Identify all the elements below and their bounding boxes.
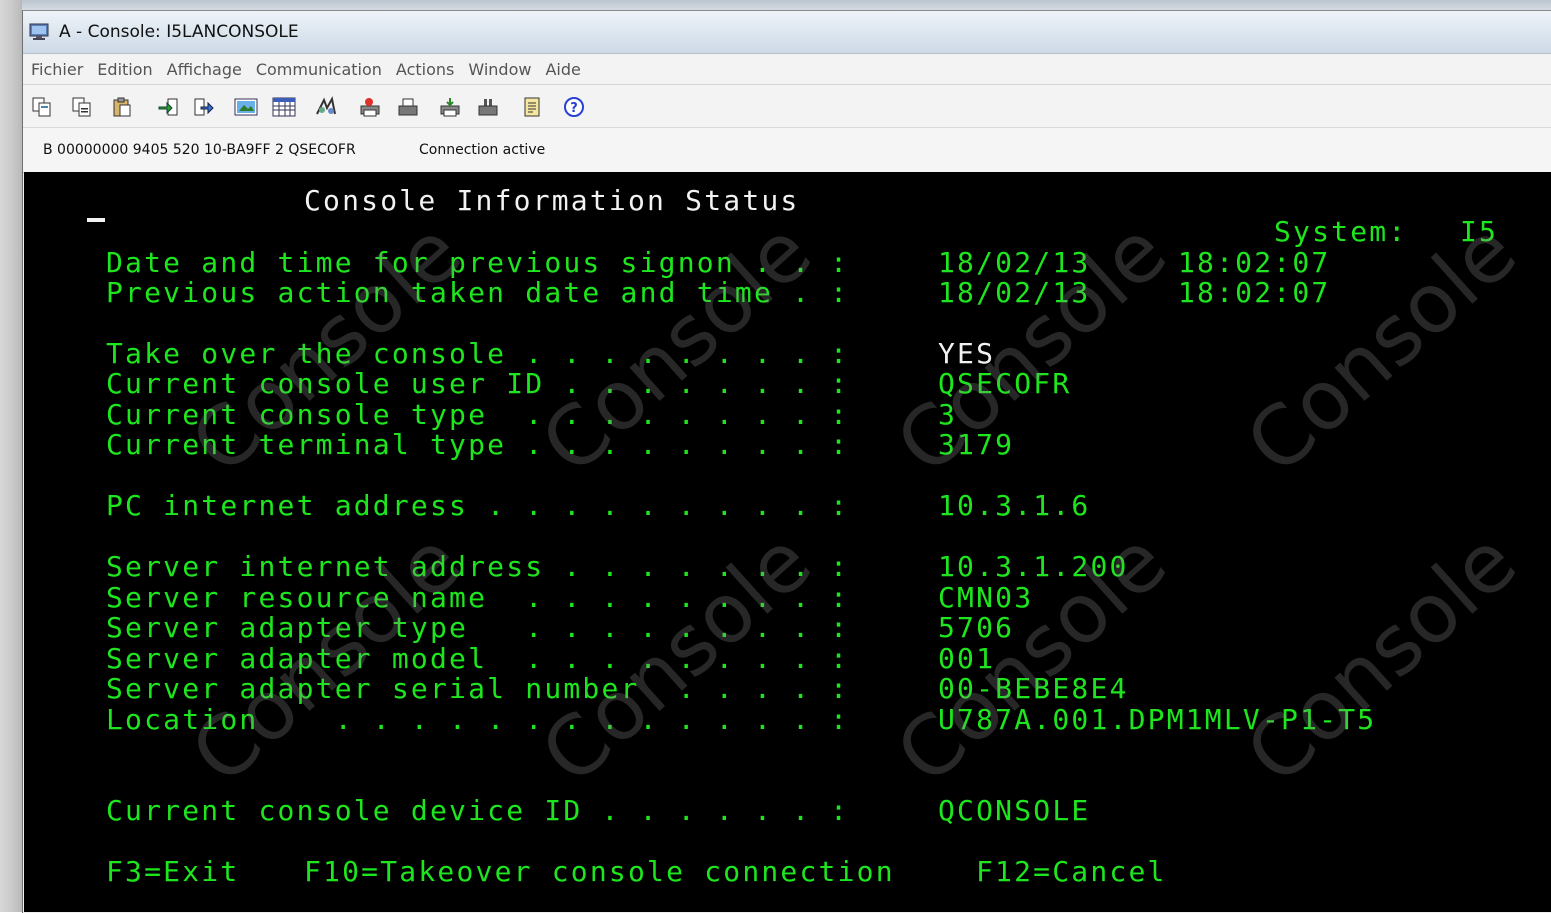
field-value: CMN03 xyxy=(938,581,1034,614)
copy-append-icon[interactable] xyxy=(69,95,95,119)
field-label: Location . . . . . . . . . . . . . : xyxy=(106,703,850,736)
window-title: A - Console: I5LANCONSOLE xyxy=(59,22,299,42)
print-icon[interactable] xyxy=(395,95,421,119)
field-label: Server adapter model . . . . . . . . : xyxy=(106,642,850,675)
field-label: Date and time for previous signon . . : xyxy=(106,246,850,279)
menu-window[interactable]: Window xyxy=(462,60,537,79)
f10-takeover-key[interactable]: F10=Takeover console connection xyxy=(304,857,895,887)
field-value: 5706 xyxy=(938,611,1015,644)
terminal-screen[interactable]: Console Information Status System: I5 Da… xyxy=(24,172,1551,912)
help-icon[interactable]: ? xyxy=(561,95,587,119)
image-icon[interactable] xyxy=(233,95,259,119)
f12-cancel-key[interactable]: F12=Cancel xyxy=(976,857,1167,887)
system-value: I5 xyxy=(1460,215,1499,248)
field-value: QCONSOLE xyxy=(938,794,1091,827)
session-status-bar: B 00000000 9405 520 10-BA9FF 2 QSECOFR C… xyxy=(23,128,1551,173)
macro-icon[interactable] xyxy=(313,95,339,119)
system-label: System: xyxy=(1274,215,1408,248)
field-label: Current console device ID . . . . . . : xyxy=(106,794,850,827)
field-label: Server resource name . . . . . . . . : xyxy=(106,581,850,614)
svg-text:?: ? xyxy=(570,101,578,116)
menu-actions[interactable]: Actions xyxy=(390,60,460,79)
menu-bar: Fichier Edition Affichage Communication … xyxy=(23,54,1551,85)
field-value: 18/02/13 xyxy=(938,246,1091,279)
field-label: Server internet address . . . . . . . : xyxy=(106,550,850,583)
field-value: 18/02/13 xyxy=(938,276,1091,309)
field-label: Current console user ID . . . . . . . : xyxy=(106,367,850,400)
field-value: U787A.001.DPM1MLV-P1-T5 xyxy=(938,703,1377,736)
field-value: 3179 xyxy=(938,428,1015,461)
menu-fichier[interactable]: Fichier xyxy=(25,60,89,79)
field-label: PC internet address . . . . . . . . . : xyxy=(106,489,850,522)
screen-title: Console Information Status xyxy=(304,184,800,217)
field-label: Server adapter type . . . . . . . . : xyxy=(106,611,850,644)
print-screen-icon[interactable] xyxy=(357,95,383,119)
menu-aide[interactable]: Aide xyxy=(539,60,586,79)
text-cursor xyxy=(87,218,105,222)
print-queue-icon[interactable] xyxy=(475,95,501,119)
receive-icon[interactable] xyxy=(191,95,217,119)
menu-affichage[interactable]: Affichage xyxy=(161,60,248,79)
field-label: Current terminal type . . . . . . . . : xyxy=(106,428,850,461)
field-label: Server adapter serial number . . . . : xyxy=(106,672,850,705)
desktop-background-left xyxy=(0,0,22,912)
notes-icon[interactable] xyxy=(519,95,545,119)
send-icon[interactable] xyxy=(155,95,181,119)
takeover-input[interactable]: YES xyxy=(938,339,995,369)
menu-communication[interactable]: Communication xyxy=(250,60,388,79)
menu-edition[interactable]: Edition xyxy=(91,60,158,79)
field-value: 10.3.1.6 xyxy=(938,489,1091,522)
print-setup-icon[interactable] xyxy=(437,95,463,119)
toolbar: ? xyxy=(23,85,1551,128)
field-value: QSECOFR xyxy=(938,367,1072,400)
field-value-time: 18:02:07 xyxy=(1178,276,1331,309)
title-bar[interactable]: A - Console: I5LANCONSOLE xyxy=(23,11,1551,54)
field-value-time: 18:02:07 xyxy=(1178,246,1331,279)
field-value: 00-BEBE8E4 xyxy=(938,672,1129,705)
field-value: 10.3.1.200 xyxy=(938,550,1129,583)
monitor-icon xyxy=(29,23,49,40)
watermark: Console xyxy=(1229,514,1535,803)
field-label: Take over the console . . . . . . . . : xyxy=(106,337,850,370)
connection-status: Connection active xyxy=(419,142,546,158)
field-value: 001 xyxy=(938,642,996,675)
field-value: 3 xyxy=(938,398,958,431)
session-info: B 00000000 9405 520 10-BA9FF 2 QSECOFR xyxy=(43,142,356,158)
field-label: Current console type . . . . . . . . : xyxy=(106,398,850,431)
copy-icon[interactable] xyxy=(29,95,55,119)
paste-icon[interactable] xyxy=(109,95,135,119)
f3-exit-key[interactable]: F3=Exit xyxy=(106,857,239,887)
field-label: Previous action taken date and time . : xyxy=(106,276,850,309)
table-icon[interactable] xyxy=(271,95,297,119)
